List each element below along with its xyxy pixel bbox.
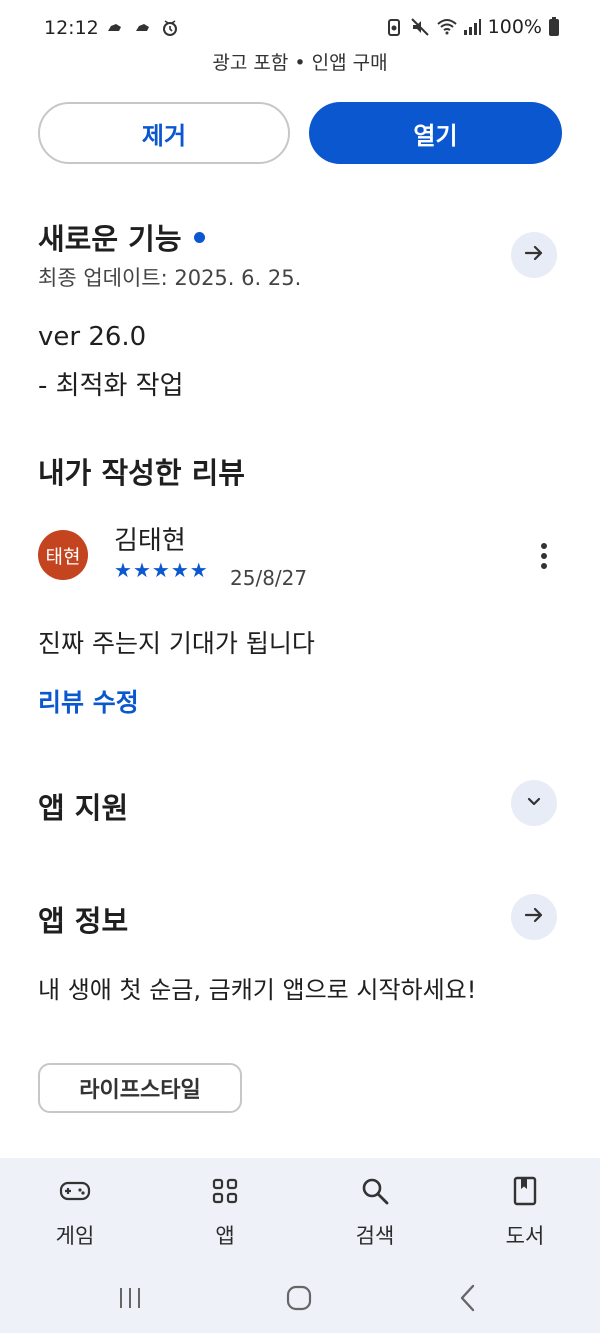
star-icon: ★ — [170, 558, 189, 582]
cloud-icon — [104, 18, 124, 38]
recent-apps-button[interactable] — [110, 1280, 150, 1316]
arrow-right-icon — [523, 904, 545, 930]
star-icon: ★ — [189, 558, 208, 582]
back-button[interactable] — [448, 1280, 488, 1316]
whats-new-header[interactable]: 새로운 기능 — [38, 216, 205, 258]
app-support-expand-button[interactable] — [511, 780, 557, 826]
status-time: 12:12 — [44, 17, 99, 39]
nav-item-search[interactable]: 검색 — [325, 1174, 425, 1250]
app-info-title[interactable]: 앱 정보 — [38, 898, 128, 940]
category-chip[interactable]: 라이프스타일 — [38, 1063, 242, 1113]
mute-icon — [410, 17, 430, 37]
battery-saver-icon — [384, 17, 404, 37]
search-icon — [358, 1174, 392, 1208]
nav-label-search: 검색 — [355, 1224, 395, 1248]
whats-new-title: 새로운 기능 — [38, 222, 182, 256]
app-info-arrow-button[interactable] — [511, 894, 557, 940]
app-support-title[interactable]: 앱 지원 — [38, 785, 128, 827]
open-button[interactable]: 열기 — [309, 102, 562, 164]
nav-item-apps[interactable]: 앱 — [175, 1174, 275, 1250]
system-nav-bar — [0, 1268, 600, 1328]
avatar: 태현 — [38, 530, 88, 580]
home-button[interactable] — [279, 1280, 319, 1316]
release-notes: - 최적화 작업 — [38, 371, 184, 401]
new-indicator-dot — [193, 231, 205, 243]
remove-button[interactable]: 제거 — [38, 102, 290, 164]
star-icon: ★ — [114, 558, 132, 582]
nav-label-books: 도서 — [505, 1224, 545, 1248]
chevron-down-icon — [523, 790, 545, 816]
signal-icon — [462, 17, 482, 37]
review-date: 25/8/27 — [230, 566, 308, 590]
gamepad-icon — [58, 1174, 92, 1208]
purchase-note: 광고 포함 • 인앱 구매 — [212, 52, 388, 74]
nav-item-games[interactable]: 게임 — [25, 1174, 125, 1250]
review-text: 진짜 주는지 기대가 됩니다 — [38, 629, 315, 658]
whats-new-arrow-button[interactable] — [511, 232, 557, 278]
book-icon — [508, 1174, 542, 1208]
last-updated: 최종 업데이트: 2025. 6. 25. — [38, 266, 302, 290]
more-options-icon[interactable] — [532, 540, 556, 572]
alarm-icon — [160, 18, 180, 38]
wifi-icon — [436, 17, 457, 37]
star-icon: ★ — [132, 558, 151, 582]
status-left-icons — [104, 18, 180, 38]
my-review-title: 내가 작성한 리뷰 — [38, 456, 245, 490]
release-version: ver 26.0 — [38, 322, 147, 352]
nav-item-books[interactable]: 도서 — [475, 1174, 575, 1250]
reviewer-name: 김태현 — [114, 526, 186, 556]
cloud-icon — [132, 18, 152, 38]
star-rating: ★ ★ ★ ★ ★ — [114, 558, 208, 582]
battery-icon — [548, 17, 560, 37]
nav-label-games: 게임 — [55, 1224, 95, 1248]
battery-percent: 100% — [487, 16, 542, 38]
app-description: 내 생애 첫 순금, 금캐기 앱으로 시작하세요! — [38, 976, 477, 1004]
star-icon: ★ — [151, 558, 170, 582]
apps-grid-icon — [208, 1174, 242, 1208]
edit-review-link[interactable]: 리뷰 수정 — [38, 683, 139, 719]
arrow-right-icon — [523, 242, 545, 268]
nav-label-apps: 앱 — [215, 1224, 235, 1248]
status-right: 100% — [384, 16, 560, 38]
